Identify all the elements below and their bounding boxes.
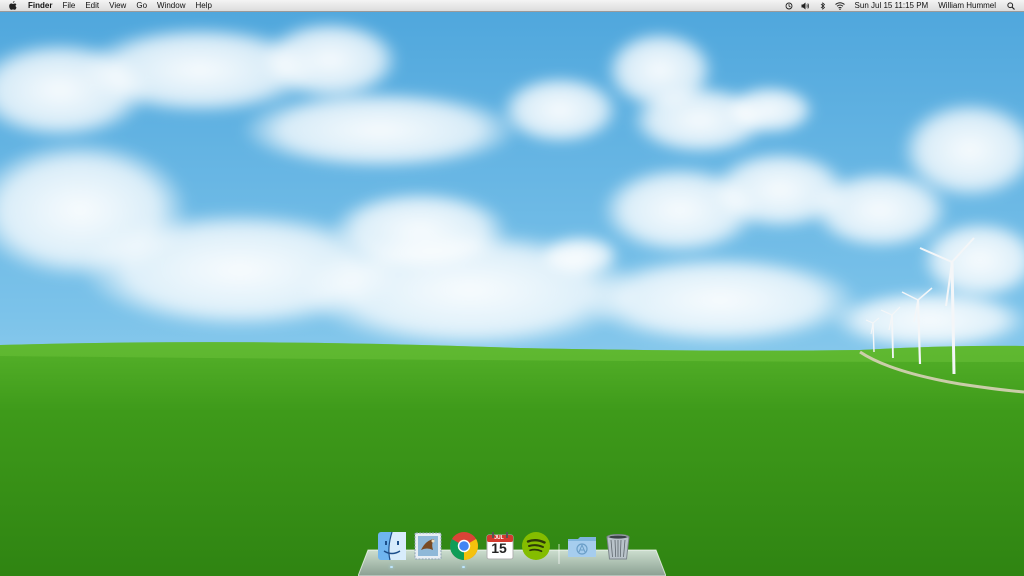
dock-icons: JUL 15 <box>376 530 638 568</box>
menu-bar-right: Sun Jul 15 11:15 PM William Hummel <box>777 0 1024 11</box>
dock-item-mail[interactable] <box>412 530 444 564</box>
spotlight-search-icon[interactable] <box>1006 0 1016 11</box>
dock-item-finder[interactable] <box>376 530 408 568</box>
menu-bar-left: Finder File Edit View Go Window Help <box>0 0 222 11</box>
dock-item-spotify[interactable] <box>520 530 552 564</box>
menu-bar-user[interactable]: William Hummel <box>938 0 996 11</box>
dock-running-indicator <box>462 566 465 568</box>
dock-item-calendar[interactable]: JUL 15 <box>484 530 516 564</box>
menu-window[interactable]: Window <box>157 0 185 11</box>
spotify-icon <box>522 532 550 560</box>
menu-bar-clock[interactable]: Sun Jul 15 11:15 PM <box>855 0 929 11</box>
volume-icon[interactable] <box>801 0 811 11</box>
chrome-icon <box>450 532 478 560</box>
finder-icon <box>378 531 406 561</box>
calendar-day: 15 <box>491 540 507 556</box>
dock-item-trash[interactable] <box>602 530 634 564</box>
folder-icon <box>568 537 596 557</box>
menu-file[interactable]: File <box>62 0 75 11</box>
dock-item-chrome[interactable] <box>448 530 480 568</box>
menu-app-finder[interactable]: Finder <box>28 0 52 11</box>
desktop[interactable]: Finder File Edit View Go Window Help Sun… <box>0 0 1024 576</box>
trash-icon <box>606 534 630 560</box>
dock-stack-applications[interactable] <box>566 530 598 564</box>
dock: JUL 15 <box>358 528 666 576</box>
bluetooth-icon[interactable] <box>818 0 828 11</box>
mail-icon <box>414 532 442 560</box>
dock-running-indicator <box>390 566 393 568</box>
menu-edit[interactable]: Edit <box>85 0 99 11</box>
menu-go[interactable]: Go <box>136 0 147 11</box>
menu-help[interactable]: Help <box>195 0 211 11</box>
dock-separator <box>556 530 562 564</box>
time-machine-icon[interactable] <box>784 0 794 11</box>
menu-view[interactable]: View <box>109 0 126 11</box>
wifi-icon[interactable] <box>834 0 845 11</box>
menu-bar: Finder File Edit View Go Window Help Sun… <box>0 0 1024 12</box>
apple-logo-icon[interactable] <box>8 0 18 11</box>
desktop-wallpaper <box>0 0 1024 576</box>
